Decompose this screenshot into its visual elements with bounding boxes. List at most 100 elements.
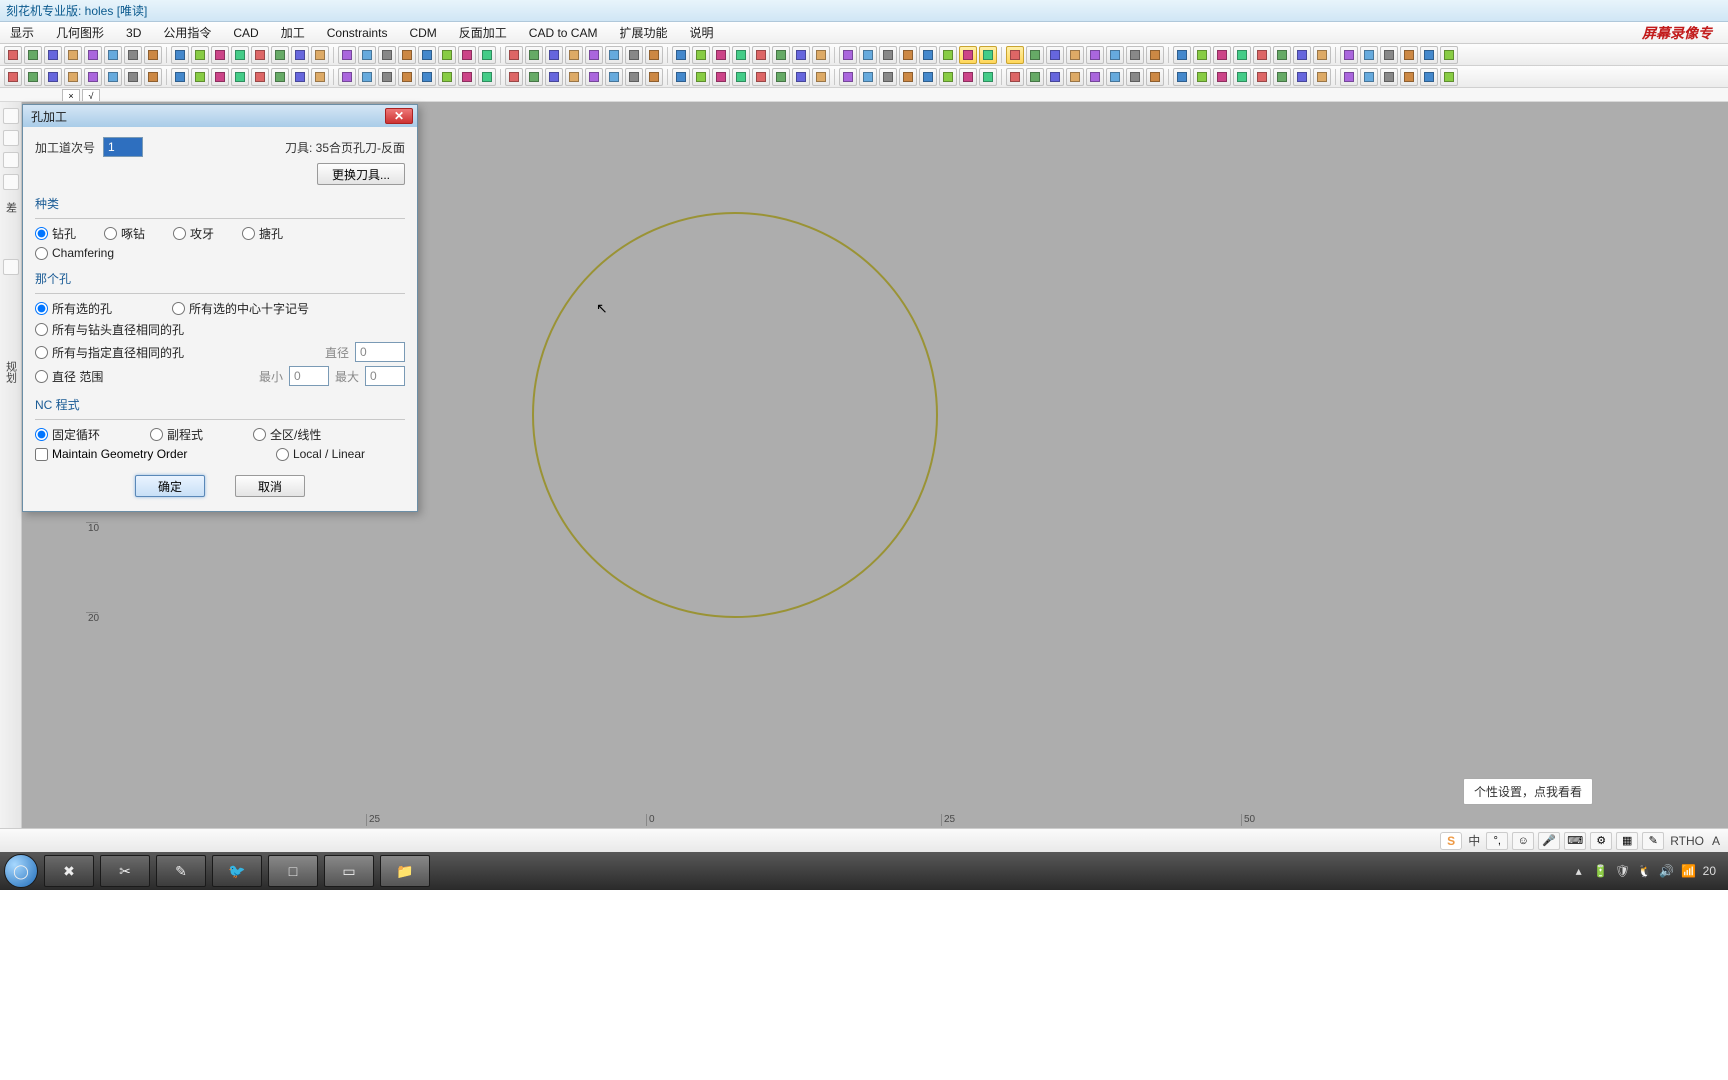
tray-volume-icon[interactable]: 🔊 <box>1659 863 1675 879</box>
task-app-2[interactable]: ✂ <box>100 855 150 887</box>
toolbar-button[interactable] <box>1253 46 1271 64</box>
toolbar-button[interactable] <box>1146 46 1164 64</box>
tab-stub[interactable]: √ <box>82 89 100 101</box>
toolbar-button[interactable] <box>645 68 663 86</box>
toolbar-button[interactable] <box>772 68 790 86</box>
ime-settings-icon[interactable]: ⚙ <box>1590 832 1612 850</box>
toolbar-button[interactable] <box>171 46 189 64</box>
toolbar-button[interactable] <box>191 46 209 64</box>
toolbar-button[interactable] <box>672 68 690 86</box>
toolbar-button[interactable] <box>1106 46 1124 64</box>
toolbar-button[interactable] <box>672 46 690 64</box>
toolbar-button[interactable] <box>1233 46 1251 64</box>
toolbar-button[interactable] <box>1106 68 1124 86</box>
radio-same-drill-diameter[interactable]: 所有与钻头直径相同的孔 <box>35 321 184 338</box>
toolbar-button[interactable] <box>1400 68 1418 86</box>
toolbar-button[interactable] <box>979 46 997 64</box>
toolbar-button[interactable] <box>525 68 543 86</box>
menu-machining[interactable]: 加工 <box>277 22 309 43</box>
radio-fixed-cycle[interactable]: 固定循环 <box>35 426 100 443</box>
toolbar-button[interactable] <box>64 68 82 86</box>
menu-cdm[interactable]: CDM <box>405 24 440 42</box>
check-maintain-order[interactable]: Maintain Geometry Order <box>35 447 187 461</box>
toolbar-button[interactable] <box>1006 46 1024 64</box>
toolbar-button[interactable] <box>1253 68 1271 86</box>
toolbar-button[interactable] <box>1126 46 1144 64</box>
toolbar-button[interactable] <box>438 68 456 86</box>
radio-tap[interactable]: 攻牙 <box>173 225 214 242</box>
toolbar-button[interactable] <box>525 46 543 64</box>
toolbar-button[interactable] <box>625 68 643 86</box>
toolbar-button[interactable] <box>438 46 456 64</box>
toolbar-button[interactable] <box>211 68 229 86</box>
toolbar-button[interactable] <box>1026 46 1044 64</box>
toolbar-button[interactable] <box>859 68 877 86</box>
menu-reverse[interactable]: 反面加工 <box>455 22 511 43</box>
geometry-circle[interactable] <box>532 212 938 618</box>
toolbar-button[interactable] <box>839 46 857 64</box>
toolbar-button[interactable] <box>1233 68 1251 86</box>
radio-chamfering[interactable]: Chamfering <box>35 246 114 260</box>
toolbar-button[interactable] <box>605 68 623 86</box>
menu-constraints[interactable]: Constraints <box>323 24 392 42</box>
toolbar-button[interactable] <box>1213 68 1231 86</box>
radio-global-linear[interactable]: 全区/线性 <box>253 426 321 443</box>
ime-mode[interactable]: 中 <box>1466 832 1482 849</box>
toolbar-button[interactable] <box>338 68 356 86</box>
toolbar-button[interactable] <box>1086 68 1104 86</box>
toolbar-button[interactable] <box>211 46 229 64</box>
toolbar-button[interactable] <box>358 68 376 86</box>
toolbar-button[interactable] <box>899 68 917 86</box>
toolbar-button[interactable] <box>4 46 22 64</box>
change-tool-button[interactable]: 更换刀具... <box>317 163 405 185</box>
toolbar-button[interactable] <box>144 46 162 64</box>
dock-btn-3[interactable] <box>3 152 19 168</box>
tray-shield-icon[interactable]: 🛡 <box>1615 863 1631 879</box>
toolbar-button[interactable] <box>271 46 289 64</box>
toolbar-button[interactable] <box>124 68 142 86</box>
toolbar-button[interactable] <box>1293 46 1311 64</box>
toolbar-button[interactable] <box>124 46 142 64</box>
toolbar-button[interactable] <box>251 68 269 86</box>
toolbar-button[interactable] <box>311 46 329 64</box>
toolbar-button[interactable] <box>712 46 730 64</box>
toolbar-button[interactable] <box>418 46 436 64</box>
toolbar-button[interactable] <box>1046 46 1064 64</box>
toolbar-button[interactable] <box>792 68 810 86</box>
toolbar-button[interactable] <box>1360 46 1378 64</box>
menu-cad-to-cam[interactable]: CAD to CAM <box>525 24 602 42</box>
toolbar-button[interactable] <box>1173 46 1191 64</box>
radio-drill[interactable]: 钻孔 <box>35 225 76 242</box>
task-app-5[interactable]: □ <box>268 855 318 887</box>
toolbar-button[interactable] <box>478 68 496 86</box>
pass-number-input[interactable] <box>103 137 143 157</box>
toolbar-button[interactable] <box>545 68 563 86</box>
toolbar-button[interactable] <box>104 68 122 86</box>
toolbar-button[interactable] <box>1400 46 1418 64</box>
dialog-title-bar[interactable]: 孔加工 ✕ <box>23 105 417 127</box>
toolbar-button[interactable] <box>1086 46 1104 64</box>
toolbar-button[interactable] <box>44 68 62 86</box>
cancel-button[interactable]: 取消 <box>235 475 305 497</box>
toolbar-button[interactable] <box>1026 68 1044 86</box>
tray-battery-icon[interactable]: 🔋 <box>1593 863 1609 879</box>
toolbar-button[interactable] <box>1126 68 1144 86</box>
toolbar-button[interactable] <box>1066 46 1084 64</box>
menu-3d[interactable]: 3D <box>122 24 145 42</box>
toolbar-button[interactable] <box>1066 68 1084 86</box>
start-button[interactable]: ◯ <box>4 854 38 888</box>
toolbar-button[interactable] <box>1293 68 1311 86</box>
close-button[interactable]: ✕ <box>385 108 413 124</box>
min-input[interactable] <box>289 366 329 386</box>
toolbar-button[interactable] <box>1360 68 1378 86</box>
toolbar-button[interactable] <box>732 68 750 86</box>
toolbar-button[interactable] <box>458 68 476 86</box>
tray-network-icon[interactable]: 📶 <box>1681 863 1697 879</box>
toolbar-button[interactable] <box>752 68 770 86</box>
max-input[interactable] <box>365 366 405 386</box>
toolbar-button[interactable] <box>458 46 476 64</box>
menu-display[interactable]: 显示 <box>6 22 38 43</box>
toolbar-button[interactable] <box>1193 46 1211 64</box>
radio-bore[interactable]: 搪孔 <box>242 225 283 242</box>
ime-skin-icon[interactable]: ▦ <box>1616 832 1638 850</box>
